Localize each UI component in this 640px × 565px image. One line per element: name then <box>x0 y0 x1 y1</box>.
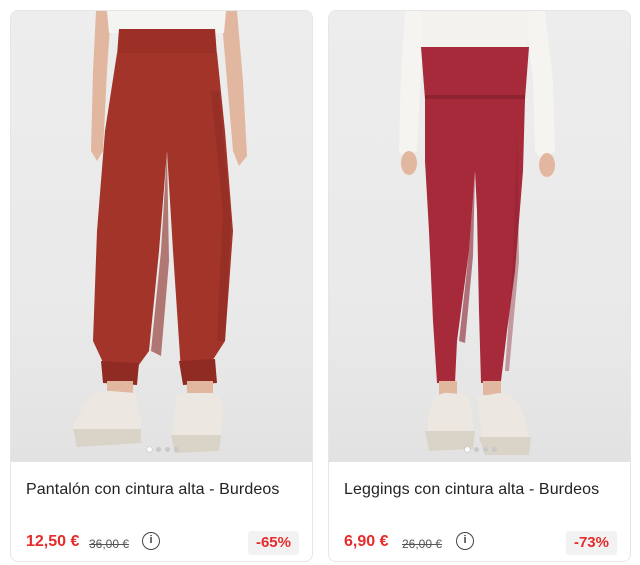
discount-badge: -73% <box>565 531 617 555</box>
product-title[interactable]: Leggings con cintura alta - Burdeos <box>344 481 599 499</box>
carousel-dot[interactable] <box>473 447 479 452</box>
product-image[interactable] <box>11 11 312 462</box>
product-title[interactable]: Pantalón con cintura alta - Burdeos <box>26 481 279 499</box>
info-icon[interactable]: i <box>456 532 474 550</box>
discount-badge: -65% <box>247 531 299 555</box>
carousel-dot[interactable] <box>164 447 170 452</box>
carousel-dot[interactable] <box>464 447 470 452</box>
product-photo-leggings <box>399 11 555 455</box>
carousel-dot[interactable] <box>482 447 488 452</box>
product-grid: Pantalón con cintura alta - Burdeos 12,5… <box>0 0 640 565</box>
product-image[interactable] <box>329 11 630 462</box>
carousel-dot[interactable] <box>146 447 152 452</box>
carousel-dots[interactable] <box>11 447 312 452</box>
original-price: 26,00 € <box>402 537 443 551</box>
carousel-dot[interactable] <box>155 447 161 452</box>
carousel-dot[interactable] <box>491 447 497 452</box>
original-price: 36,00 € <box>89 537 130 551</box>
info-icon[interactable]: i <box>142 532 160 550</box>
sale-price: 6,90 € <box>344 533 389 550</box>
sale-price: 12,50 € <box>26 533 80 550</box>
carousel-dot[interactable] <box>173 447 179 452</box>
product-card[interactable]: Pantalón con cintura alta - Burdeos 12,5… <box>10 10 313 562</box>
product-card[interactable]: Leggings con cintura alta - Burdeos 6,90… <box>328 10 631 562</box>
carousel-dots[interactable] <box>329 447 630 452</box>
price-row: 12,50 € 36,00 € i -65% <box>26 531 299 555</box>
product-photo-joggers <box>72 11 247 453</box>
price-row: 6,90 € 26,00 € i -73% <box>344 531 617 555</box>
